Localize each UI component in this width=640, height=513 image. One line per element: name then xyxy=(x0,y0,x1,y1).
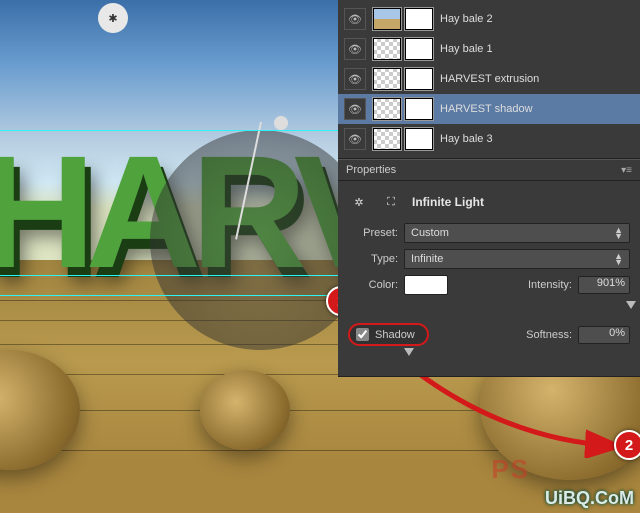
eye-icon: 👁 xyxy=(348,13,362,26)
layer-row[interactable]: 👁 Hay bale 1 xyxy=(338,34,640,64)
select-arrows-icon: ▲▼ xyxy=(614,253,623,265)
layer-row[interactable]: 👁 HARVEST extrusion xyxy=(338,64,640,94)
watermark-site: UiBQ.CoM xyxy=(545,488,634,509)
shadow-checkbox-highlight: Shadow xyxy=(348,323,429,346)
layer-row[interactable]: 👁 Hay bale 2 xyxy=(338,4,640,34)
layer-mask-thumbnail[interactable] xyxy=(404,127,434,151)
light-properties-icon[interactable]: ✲ xyxy=(348,191,370,213)
hay-bale xyxy=(200,370,290,450)
visibility-toggle[interactable]: 👁 xyxy=(344,38,366,60)
preset-value: Custom xyxy=(411,227,449,239)
color-swatch[interactable] xyxy=(404,275,448,295)
intensity-label: Intensity: xyxy=(528,279,572,291)
visibility-toggle[interactable]: 👁 xyxy=(344,8,366,30)
softness-input[interactable]: 0% xyxy=(578,326,630,344)
layer-name[interactable]: HARVEST shadow xyxy=(440,103,634,115)
panels-dock: 👁 Hay bale 2 👁 Hay bale 1 👁 HARVEST extr… xyxy=(338,0,640,377)
layer-name[interactable]: Hay bale 3 xyxy=(440,133,634,145)
slider-thumb[interactable] xyxy=(404,348,414,356)
type-value: Infinite xyxy=(411,253,443,265)
layer-mask-thumbnail[interactable] xyxy=(404,67,434,91)
layer-row-selected[interactable]: 👁 HARVEST shadow xyxy=(338,94,640,124)
properties-panel: ✲ ⛶ Infinite Light Preset: Custom ▲▼ Typ… xyxy=(338,181,640,377)
layer-name[interactable]: Hay bale 1 xyxy=(440,43,634,55)
light-gizmo[interactable] xyxy=(150,130,370,350)
shadow-label[interactable]: Shadow xyxy=(375,329,415,341)
softness-label: Softness: xyxy=(526,329,572,341)
type-label: Type: xyxy=(348,253,398,265)
eye-icon: 👁 xyxy=(348,133,362,146)
layer-mask-thumbnail[interactable] xyxy=(404,97,434,121)
intensity-slider[interactable] xyxy=(404,301,626,315)
visibility-toggle[interactable]: 👁 xyxy=(344,98,366,120)
layer-thumbnail[interactable] xyxy=(372,7,402,31)
properties-subtitle: Infinite Light xyxy=(412,195,484,209)
type-select[interactable]: Infinite ▲▼ xyxy=(404,249,630,269)
preset-select[interactable]: Custom ▲▼ xyxy=(404,223,630,243)
layers-panel: 👁 Hay bale 2 👁 Hay bale 1 👁 HARVEST extr… xyxy=(338,0,640,159)
shadow-checkbox[interactable] xyxy=(356,328,369,341)
softness-slider[interactable] xyxy=(404,348,626,362)
visibility-toggle[interactable]: 👁 xyxy=(344,68,366,90)
panel-menu-icon[interactable]: ▾≡ xyxy=(621,165,632,176)
coordinates-icon[interactable]: ⛶ xyxy=(380,191,402,213)
select-arrows-icon: ▲▼ xyxy=(614,227,623,239)
eye-icon: 👁 xyxy=(348,73,362,86)
3d-mode-tool-button[interactable]: ✱ xyxy=(98,3,128,33)
layer-thumbnail[interactable] xyxy=(372,97,402,121)
preset-label: Preset: xyxy=(348,227,398,239)
layer-thumbnail[interactable] xyxy=(372,67,402,91)
light-icon: ✱ xyxy=(108,12,117,25)
layer-name[interactable]: HARVEST extrusion xyxy=(440,73,634,85)
eye-icon: 👁 xyxy=(348,43,362,56)
visibility-toggle[interactable]: 👁 xyxy=(344,128,366,150)
layer-thumbnail[interactable] xyxy=(372,37,402,61)
layer-row[interactable]: 👁 Hay bale 3 xyxy=(338,124,640,154)
color-label: Color: xyxy=(348,279,398,291)
properties-panel-title: Properties xyxy=(346,164,396,176)
eye-icon: 👁 xyxy=(348,103,362,116)
layer-thumbnail[interactable] xyxy=(372,127,402,151)
layer-mask-thumbnail[interactable] xyxy=(404,7,434,31)
properties-panel-header[interactable]: Properties ▾≡ xyxy=(338,159,640,181)
callout-2: 2 xyxy=(614,430,640,460)
watermark-ps: PS xyxy=(491,454,530,485)
slider-thumb[interactable] xyxy=(626,301,636,309)
intensity-input[interactable]: 901% xyxy=(578,276,630,294)
light-handle[interactable] xyxy=(274,116,288,130)
layer-name[interactable]: Hay bale 2 xyxy=(440,13,634,25)
layer-mask-thumbnail[interactable] xyxy=(404,37,434,61)
